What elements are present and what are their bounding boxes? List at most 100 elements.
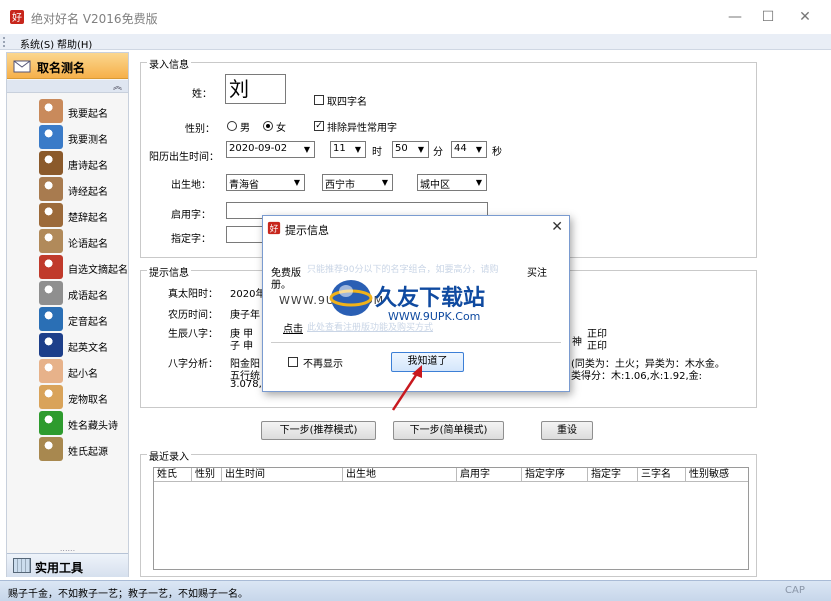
dialog-separator [271,342,561,343]
watermark-brand: 久友下载站 [375,286,486,311]
surname-input[interactable]: 刘 [225,74,286,104]
designated-char-input[interactable] [226,226,266,243]
books-icon [39,255,63,279]
nav-footer-tools[interactable]: 实用工具 [7,553,128,577]
surname-label: 姓： [192,89,212,100]
close-button[interactable]: ✕ [794,6,816,28]
magnifier-icon [39,125,63,149]
menu-help[interactable]: 帮助(H) [57,36,92,51]
col-birth-time[interactable]: 出生时间 [221,468,342,482]
lunar-time-label: 农历时间： [168,310,218,321]
idiom-icon [39,281,63,305]
nav-item-9[interactable]: 定音起名 [7,306,128,332]
used-char-label: 启用字： [171,210,211,221]
dropdown-arrow-icon: ▼ [475,178,483,187]
exclude-label: 排除异性常用字 [327,123,397,134]
col-surname[interactable]: 姓氏 [154,468,191,482]
nav-item-8[interactable]: 成语起名 [7,280,128,306]
dialog-link-faded[interactable]: 此处查看注册版功能及购买方式 [307,320,433,333]
bazi-line-2: 子 申 [230,341,254,352]
watermark-globe-icon [329,280,373,316]
second-select[interactable]: 44 ▼ [451,141,487,158]
title-bar: 好 绝对好名 V2016免费版 — ☐ ✕ [0,0,831,34]
hour-value: 11 [333,143,346,154]
recent-table-header: 姓氏 性别 出生时间 出生地 启用字 指定字序 指定字 三字名 性别敏感 [154,468,748,482]
nav-item-1[interactable]: 我要起名 [7,98,128,124]
next-simple-button[interactable]: 下一步(简单模式) [393,421,504,440]
four-char-label: 取四字名 [327,97,367,108]
nav-header-naming[interactable]: 取名测名 [7,53,128,79]
nav-item-label: 宠物取名 [68,395,108,406]
hour-select[interactable]: 11 ▼ [330,141,366,158]
nav-splitter[interactable]: ...... [7,545,128,553]
bazi-god-text: 神 [572,337,582,348]
minimize-button[interactable]: — [724,6,746,28]
nav-item-12[interactable]: 宠物取名 [7,384,128,410]
recent-entries-table[interactable]: 姓氏 性别 出生时间 出生地 启用字 指定字序 指定字 三字名 性别敏感 [153,467,749,570]
nav-item-4[interactable]: 诗经起名 [7,176,128,202]
nav-item-13[interactable]: 姓名藏头诗 [7,410,128,436]
col-designated-order[interactable]: 指定字序 [521,468,587,482]
uk-flag-icon [39,333,63,357]
nav-item-5[interactable]: 楚辞起名 [7,202,128,228]
nav-item-14[interactable]: 姓氏起源 [7,436,128,462]
envelope-icon [13,60,31,73]
nav-item-6[interactable]: 论语起名 [7,228,128,254]
male-radio[interactable] [227,121,237,131]
status-bar: 赐子千金，不如教子一艺；教子一艺，不如赐子一名。 CAP [0,580,831,601]
dropdown-arrow-icon: ▼ [303,145,311,154]
bazi-right-2: 正印 [587,341,607,352]
lunar-time-value: 庚子年 [230,310,260,321]
nav-item-label: 起小名 [68,369,98,380]
dont-show-checkbox[interactable] [288,357,298,367]
minute-select[interactable]: 50 ▼ [392,141,429,158]
nav-item-11[interactable]: 起小名 [7,358,128,384]
annotation-arrow [391,365,422,411]
city-select[interactable]: 西宁市 ▼ [322,174,393,191]
reset-button[interactable]: 重设 [541,421,593,440]
dialog-message-end: 册。 [271,280,291,291]
nav-header-label: 取名测名 [37,61,86,75]
solar-time-label: 真太阳时： [168,289,218,300]
hour-unit: 时 [372,147,382,158]
nav-item-label: 姓名藏头诗 [68,421,118,432]
analysis-right-2: 类得分：木:1.06,水:1.92,金: [571,371,702,382]
exclude-checkbox[interactable]: ✓ [314,121,324,131]
next-recommend-button[interactable]: 下一步(推荐模式) [261,421,376,440]
female-radio[interactable] [263,121,273,131]
designated-char-label: 指定字： [171,234,211,245]
nav-item-3[interactable]: 唐诗起名 [7,150,128,176]
nav-item-label: 我要起名 [68,109,108,120]
recent-group-title: 最近录入 [147,448,191,463]
birth-date-picker[interactable]: 2020-09-02 ▼ [226,141,315,158]
birth-date-value: 2020-09-02 [229,143,288,154]
entry-group-title: 录入信息 [147,56,191,71]
nav-item-label: 自选文摘起名 [68,265,128,276]
col-designated-char[interactable]: 指定字 [587,468,637,482]
province-select[interactable]: 青海省 ▼ [226,174,305,191]
gender-label: 性别： [185,124,215,135]
col-used-char[interactable]: 启用字 [456,468,521,482]
nav-item-2[interactable]: 我要测名 [7,124,128,150]
dialog-close-button[interactable]: ✕ [551,219,563,235]
maximize-button[interactable]: ☐ [757,6,779,28]
chuci-icon [39,203,63,227]
dropdown-arrow-icon: ▼ [293,178,301,187]
hint-group-title: 提示信息 [147,264,191,279]
menu-grip [3,37,5,47]
district-select[interactable]: 城中区 ▼ [417,174,487,191]
col-gender[interactable]: 性别 [191,468,221,482]
col-three-char-name[interactable]: 三字名 [637,468,685,482]
dialog-link[interactable]: 点击 [283,320,303,335]
col-gender-sensitive[interactable]: 性别敏感 [685,468,748,482]
second-value: 44 [454,143,467,154]
district-value: 城中区 [420,180,450,191]
nav-item-label: 起英文名 [68,343,108,354]
nav-item-7[interactable]: 自选文摘起名 [7,254,128,280]
col-birthplace[interactable]: 出生地 [342,468,456,482]
nav-collapse-button[interactable]: ︽ [7,80,128,93]
nav-item-10[interactable]: 起英文名 [7,332,128,358]
four-char-checkbox[interactable] [314,95,324,105]
analysis-line-3: 3.078, [230,379,262,390]
menu-system[interactable]: 系统(S) [20,36,54,51]
